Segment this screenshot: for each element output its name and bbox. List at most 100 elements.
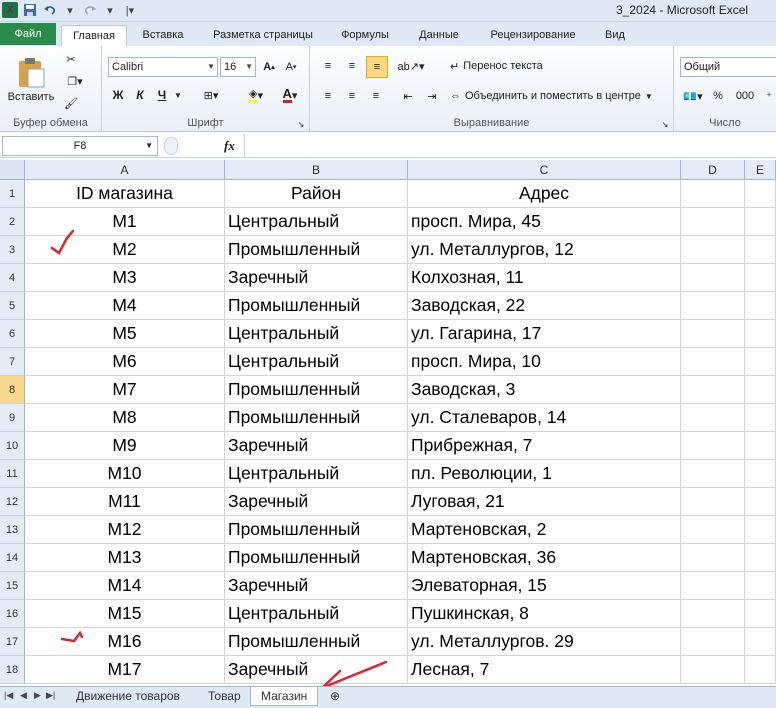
cell-b14[interactable]: Промышленный	[225, 544, 408, 572]
italic-button[interactable]: К	[132, 86, 148, 104]
cell-empty[interactable]	[745, 460, 776, 488]
cell-c16[interactable]: Пушкинская, 8	[408, 600, 681, 628]
column-header-e[interactable]: E	[745, 160, 776, 180]
insert-sheet-icon[interactable]: ⊕	[326, 687, 344, 706]
cell-c10[interactable]: Прибрежная, 7	[408, 432, 681, 460]
tab-review[interactable]: Рецензирование	[484, 25, 582, 46]
cell-c9[interactable]: ул. Сталеваров, 14	[408, 404, 681, 432]
align-right-icon[interactable]: ≡	[366, 86, 386, 106]
dialog-launcher-icon[interactable]: ↘	[660, 119, 670, 129]
chevron-down-icon[interactable]: ▼	[172, 86, 184, 104]
row-header[interactable]: 18	[0, 656, 25, 684]
cell-a13[interactable]: M12	[25, 516, 225, 544]
cell-empty[interactable]	[745, 180, 776, 208]
cell-empty[interactable]	[745, 544, 776, 572]
next-sheet-icon[interactable]: ▶	[34, 690, 41, 701]
bold-button[interactable]: Ж	[110, 86, 126, 104]
cell-empty[interactable]	[681, 376, 745, 404]
undo-dropdown-icon[interactable]: ▾	[62, 2, 78, 18]
cell-c6[interactable]: ул. Гагарина, 17	[408, 320, 681, 348]
cell-empty[interactable]	[681, 236, 745, 264]
align-left-icon[interactable]: ≡	[318, 86, 338, 106]
formula-input[interactable]	[244, 134, 776, 158]
merge-center-button[interactable]: ⇔ Объединить и поместить в центре ▼	[450, 86, 653, 106]
currency-icon[interactable]: 💶▾	[680, 86, 706, 106]
tab-formulas[interactable]: Формулы	[337, 25, 393, 46]
sheet-tab-store[interactable]: Магазин	[250, 687, 319, 706]
cell-empty[interactable]	[745, 628, 776, 656]
percent-button[interactable]: %	[710, 86, 726, 106]
tab-file[interactable]: Файл	[0, 23, 56, 45]
cell-b4[interactable]: Заречный	[225, 264, 408, 292]
dialog-launcher-icon[interactable]: ↘	[296, 119, 306, 129]
cell-empty[interactable]	[681, 460, 745, 488]
cell-a14[interactable]: M13	[25, 544, 225, 572]
cell-b1[interactable]: Район	[225, 180, 408, 208]
name-box[interactable]: F8 ▼	[2, 136, 158, 156]
cell-empty[interactable]	[681, 180, 745, 208]
cell-c5[interactable]: Заводская, 22	[408, 292, 681, 320]
row-header[interactable]: 12	[0, 488, 25, 516]
row-header[interactable]: 9	[0, 404, 25, 432]
borders-icon[interactable]: ⊞▾	[198, 86, 224, 104]
cell-a8[interactable]: M7	[25, 376, 225, 404]
cell-empty[interactable]	[681, 544, 745, 572]
cell-a7[interactable]: M6	[25, 348, 225, 376]
cell-empty[interactable]	[745, 572, 776, 600]
cell-c18[interactable]: Лесная, 7	[408, 656, 681, 684]
cell-empty[interactable]	[745, 320, 776, 348]
cell-empty[interactable]	[681, 292, 745, 320]
cell-a2[interactable]: M1	[25, 208, 225, 236]
cell-c2[interactable]: просп. Мира, 45	[408, 208, 681, 236]
cell-a9[interactable]: M8	[25, 404, 225, 432]
cell-b17[interactable]: Промышленный	[225, 628, 408, 656]
fill-color-icon[interactable]: ◈ ▾	[242, 86, 270, 104]
cell-empty[interactable]	[745, 404, 776, 432]
row-header[interactable]: 2	[0, 208, 25, 236]
cell-empty[interactable]	[681, 404, 745, 432]
cell-b12[interactable]: Заречный	[225, 488, 408, 516]
sheet-tab-movements[interactable]: Движение товаров	[66, 687, 190, 706]
cell-a16[interactable]: M15	[25, 600, 225, 628]
cell-c17[interactable]: ул. Металлургов. 29	[408, 628, 681, 656]
tab-page-layout[interactable]: Разметка страницы	[208, 25, 318, 46]
orientation-icon[interactable]: ab↗▾	[398, 56, 425, 76]
column-header-d[interactable]: D	[681, 160, 745, 180]
cell-b5[interactable]: Промышленный	[225, 292, 408, 320]
align-top-icon[interactable]: ≡	[318, 56, 338, 76]
cell-b3[interactable]: Промышленный	[225, 236, 408, 264]
excel-app-icon[interactable]: X	[2, 2, 18, 18]
increase-decimal-icon[interactable]: ⁺	[762, 86, 776, 106]
cell-empty[interactable]	[745, 264, 776, 292]
cell-c4[interactable]: Колхозная, 11	[408, 264, 681, 292]
cell-a3[interactable]: M2	[25, 236, 225, 264]
cell-c8[interactable]: Заводская, 3	[408, 376, 681, 404]
cell-c15[interactable]: Элеваторная, 15	[408, 572, 681, 600]
row-header[interactable]: 13	[0, 516, 25, 544]
cell-empty[interactable]	[681, 572, 745, 600]
cell-b18[interactable]: Заречный	[225, 656, 408, 684]
cell-a12[interactable]: M11	[25, 488, 225, 516]
column-header-a[interactable]: A	[25, 160, 225, 180]
cell-empty[interactable]	[681, 488, 745, 516]
cell-empty[interactable]	[745, 488, 776, 516]
cell-b16[interactable]: Центральный	[225, 600, 408, 628]
cell-empty[interactable]	[681, 320, 745, 348]
align-bottom-icon[interactable]: ≡	[366, 56, 388, 78]
cell-empty[interactable]	[745, 292, 776, 320]
paste-button[interactable]: Вставить	[6, 50, 56, 110]
thousands-separator-button[interactable]: 000	[732, 86, 758, 106]
cell-c1[interactable]: Адрес	[408, 180, 681, 208]
cell-empty[interactable]	[681, 432, 745, 460]
column-header-b[interactable]: B	[225, 160, 408, 180]
cell-a5[interactable]: M4	[25, 292, 225, 320]
redo-icon[interactable]	[82, 2, 98, 18]
increase-indent-icon[interactable]: ⇥	[422, 86, 442, 106]
cell-empty[interactable]	[681, 264, 745, 292]
row-header[interactable]: 10	[0, 432, 25, 460]
row-header[interactable]: 17	[0, 628, 25, 656]
cell-empty[interactable]	[745, 656, 776, 684]
row-header[interactable]: 11	[0, 460, 25, 488]
cell-c12[interactable]: Луговая, 21	[408, 488, 681, 516]
customize-qat-icon[interactable]: |▾	[122, 2, 138, 18]
